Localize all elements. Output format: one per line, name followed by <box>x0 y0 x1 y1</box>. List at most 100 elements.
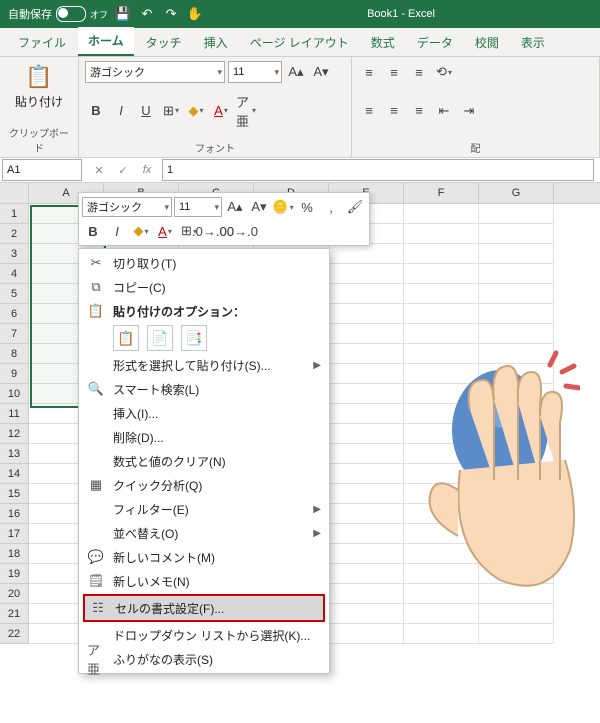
tab-page-layout[interactable]: ページ レイアウト <box>240 29 359 56</box>
col-header[interactable]: G <box>479 183 554 203</box>
font-name-select[interactable]: 游ゴシック <box>85 61 225 83</box>
row-header[interactable]: 15 <box>0 484 29 504</box>
tab-file[interactable]: ファイル <box>8 29 76 56</box>
cell[interactable] <box>404 364 479 384</box>
cell[interactable] <box>404 484 479 504</box>
ctx-clear[interactable]: 数式と値のクリア(N) <box>79 449 329 473</box>
ctx-quick-analysis[interactable]: ▦クイック分析(Q) <box>79 473 329 497</box>
cell[interactable] <box>404 304 479 324</box>
enter-formula-icon[interactable]: ✓ <box>114 161 132 179</box>
cell[interactable] <box>479 224 554 244</box>
tab-touch[interactable]: タッチ <box>136 29 192 56</box>
row-header[interactable]: 20 <box>0 584 29 604</box>
cell[interactable] <box>479 344 554 364</box>
name-box[interactable]: A1 <box>2 159 82 181</box>
row-header[interactable]: 7 <box>0 324 29 344</box>
ctx-delete[interactable]: 削除(D)... <box>79 425 329 449</box>
cell[interactable] <box>404 444 479 464</box>
row-header[interactable]: 22 <box>0 624 29 644</box>
cell[interactable] <box>404 624 479 644</box>
cell[interactable] <box>404 604 479 624</box>
cell[interactable] <box>479 424 554 444</box>
cell[interactable] <box>479 604 554 624</box>
row-header[interactable]: 21 <box>0 604 29 624</box>
row-header[interactable]: 6 <box>0 304 29 324</box>
bold-button[interactable]: B <box>85 100 107 122</box>
cell[interactable] <box>404 384 479 404</box>
italic-button[interactable]: I <box>110 100 132 122</box>
cell[interactable] <box>329 324 404 344</box>
mini-increase-font-icon[interactable]: A▴ <box>224 196 246 218</box>
cell[interactable] <box>404 224 479 244</box>
cell[interactable] <box>329 304 404 324</box>
cell[interactable] <box>329 584 404 604</box>
row-header[interactable]: 17 <box>0 524 29 544</box>
paste-opt-default[interactable]: 📋 <box>113 325 139 351</box>
row-header[interactable]: 19 <box>0 564 29 584</box>
select-all-corner[interactable] <box>0 183 29 203</box>
row-header[interactable]: 10 <box>0 384 29 404</box>
mini-format-painter-icon[interactable]: 🖌 <box>344 196 366 218</box>
ctx-sort[interactable]: 並べ替え(O)▶ <box>79 521 329 545</box>
cell[interactable] <box>404 344 479 364</box>
cancel-formula-icon[interactable]: ✕ <box>90 161 108 179</box>
ctx-smart-lookup[interactable]: 🔍スマート検索(L) <box>79 377 329 401</box>
row-header[interactable]: 1 <box>0 204 29 224</box>
mini-fill-color-button[interactable]: ◆ <box>130 220 152 242</box>
cell[interactable] <box>404 404 479 424</box>
row-header[interactable]: 18 <box>0 544 29 564</box>
align-bottom-icon[interactable]: ≡ <box>408 61 430 83</box>
cell[interactable] <box>329 504 404 524</box>
ctx-format-cells[interactable]: ☷セルの書式設定(F)... <box>83 594 325 622</box>
cell[interactable] <box>479 264 554 284</box>
cell[interactable] <box>329 524 404 544</box>
cell[interactable] <box>329 444 404 464</box>
cell[interactable] <box>479 364 554 384</box>
row-header[interactable]: 5 <box>0 284 29 304</box>
paste-opt-values[interactable]: 📄 <box>147 325 173 351</box>
cell[interactable] <box>329 384 404 404</box>
cell[interactable] <box>404 464 479 484</box>
underline-button[interactable]: U <box>135 100 157 122</box>
mini-comma-icon[interactable]: , <box>320 196 342 218</box>
mini-accounting-icon[interactable]: 🪙 <box>272 196 294 218</box>
align-right-icon[interactable]: ≡ <box>408 100 430 122</box>
cell[interactable] <box>479 584 554 604</box>
ctx-pick-from-list[interactable]: ドロップダウン リストから選択(K)... <box>79 623 329 647</box>
tab-view[interactable]: 表示 <box>511 29 555 56</box>
cell[interactable] <box>404 564 479 584</box>
autosave-toggle[interactable]: 自動保存 オフ <box>8 6 108 22</box>
ctx-new-note[interactable]: 🗒新しいメモ(N) <box>79 569 329 593</box>
cell[interactable] <box>479 444 554 464</box>
cell[interactable] <box>404 264 479 284</box>
tab-formulas[interactable]: 数式 <box>361 29 405 56</box>
tab-data[interactable]: データ <box>407 29 463 56</box>
cell[interactable] <box>329 264 404 284</box>
cell[interactable] <box>404 544 479 564</box>
decrease-font-icon[interactable]: A▾ <box>310 61 332 83</box>
mini-font-color-button[interactable]: A <box>154 220 176 242</box>
undo-icon[interactable]: ↶ <box>138 5 156 23</box>
formula-input[interactable]: 1 <box>162 159 594 181</box>
cell[interactable] <box>404 204 479 224</box>
mini-decimal-dec-icon[interactable]: .00→.0 <box>226 220 248 242</box>
row-header[interactable]: 12 <box>0 424 29 444</box>
col-header[interactable]: F <box>404 183 479 203</box>
row-header[interactable]: 16 <box>0 504 29 524</box>
paste-opt-formulas[interactable]: 📑 <box>181 325 207 351</box>
fx-icon[interactable]: fx <box>138 161 156 179</box>
cell[interactable] <box>329 624 404 644</box>
cell[interactable] <box>479 404 554 424</box>
indent-decrease-icon[interactable]: ⇤ <box>433 100 455 122</box>
increase-font-icon[interactable]: A▴ <box>285 61 307 83</box>
align-left-icon[interactable]: ≡ <box>358 100 380 122</box>
cell[interactable] <box>479 484 554 504</box>
row-header[interactable]: 11 <box>0 404 29 424</box>
cell[interactable] <box>404 284 479 304</box>
paste-button[interactable]: 📋 貼り付け <box>6 61 72 112</box>
cell[interactable] <box>329 424 404 444</box>
cell[interactable] <box>479 464 554 484</box>
row-header[interactable]: 2 <box>0 224 29 244</box>
cell[interactable] <box>479 384 554 404</box>
border-button[interactable]: ⊞ <box>160 100 182 122</box>
